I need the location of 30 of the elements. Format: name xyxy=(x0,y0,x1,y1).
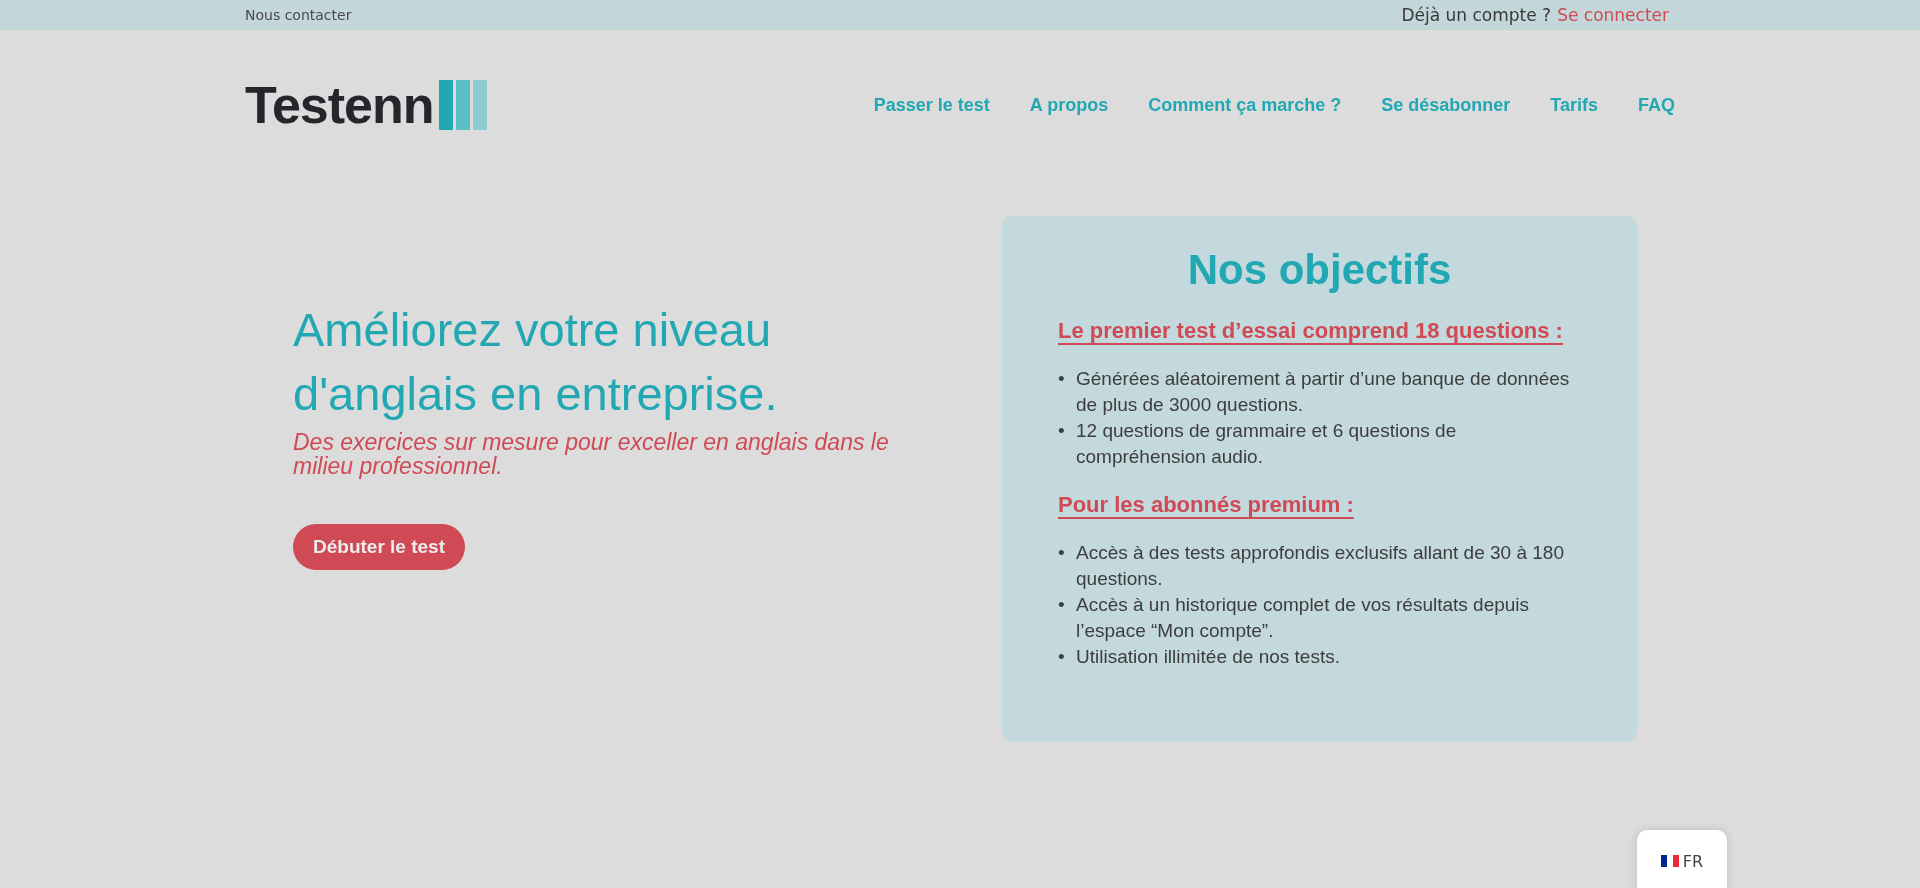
account-prompt: Déjà un compte ? xyxy=(1401,5,1552,25)
list-item: 12 questions de grammaire et 6 questions de compréhension audio. xyxy=(1076,419,1458,469)
list-item: Utilisation illimitée de nos tests. xyxy=(1076,645,1340,669)
nav-link[interactable]: Se désabonner xyxy=(1381,94,1511,116)
start-test-button[interactable]: Débuter le test xyxy=(293,524,465,570)
flag-icon xyxy=(1660,855,1679,867)
bullet: • xyxy=(1058,593,1066,617)
nav-link[interactable]: FAQ xyxy=(1638,94,1675,116)
section-heading: Pour les abonnés premium : xyxy=(1058,492,1355,518)
nav-link[interactable]: Tarifs xyxy=(1550,94,1598,116)
logo-wordmark[interactable]: Testenn xyxy=(245,75,434,135)
hero-subtitle: Des exercices sur mesure pour exceller en anglais dans le milieu professionnel. xyxy=(293,430,890,478)
bullet: • xyxy=(1058,367,1066,391)
list-item: Accès à un historique complet de vos résultats depuis l’espace “Mon compte”. xyxy=(1076,593,1531,643)
card-title: Nos objectifs xyxy=(1186,246,1453,294)
login-link[interactable]: Se connecter xyxy=(1557,5,1669,25)
bullet: • xyxy=(1058,419,1066,443)
bars-logo-icon xyxy=(438,80,489,130)
hero-title: Améliorez votre niveau d'anglais en entreprise. xyxy=(293,302,779,422)
list-item: Accès à des tests approfondis exclusifs allant de 30 à 180 questions. xyxy=(1076,541,1565,591)
list-item: Générées aléatoirement à partir d’une banque de données de plus de 3000 questions. xyxy=(1076,367,1571,417)
language-label: FR xyxy=(1682,851,1704,871)
bullet: • xyxy=(1058,541,1066,565)
nav-link[interactable]: A propos xyxy=(1029,94,1109,116)
nav-link[interactable]: Comment ça marche ? xyxy=(1148,94,1342,116)
section-heading: Le premier test d’essai comprend 18 questions : xyxy=(1058,318,1564,344)
bullet: • xyxy=(1058,645,1066,669)
contact-link[interactable]: Nous contacter xyxy=(245,7,352,23)
language-switcher[interactable]: FR xyxy=(1637,830,1727,888)
nav-link[interactable]: Passer le test xyxy=(873,94,990,116)
